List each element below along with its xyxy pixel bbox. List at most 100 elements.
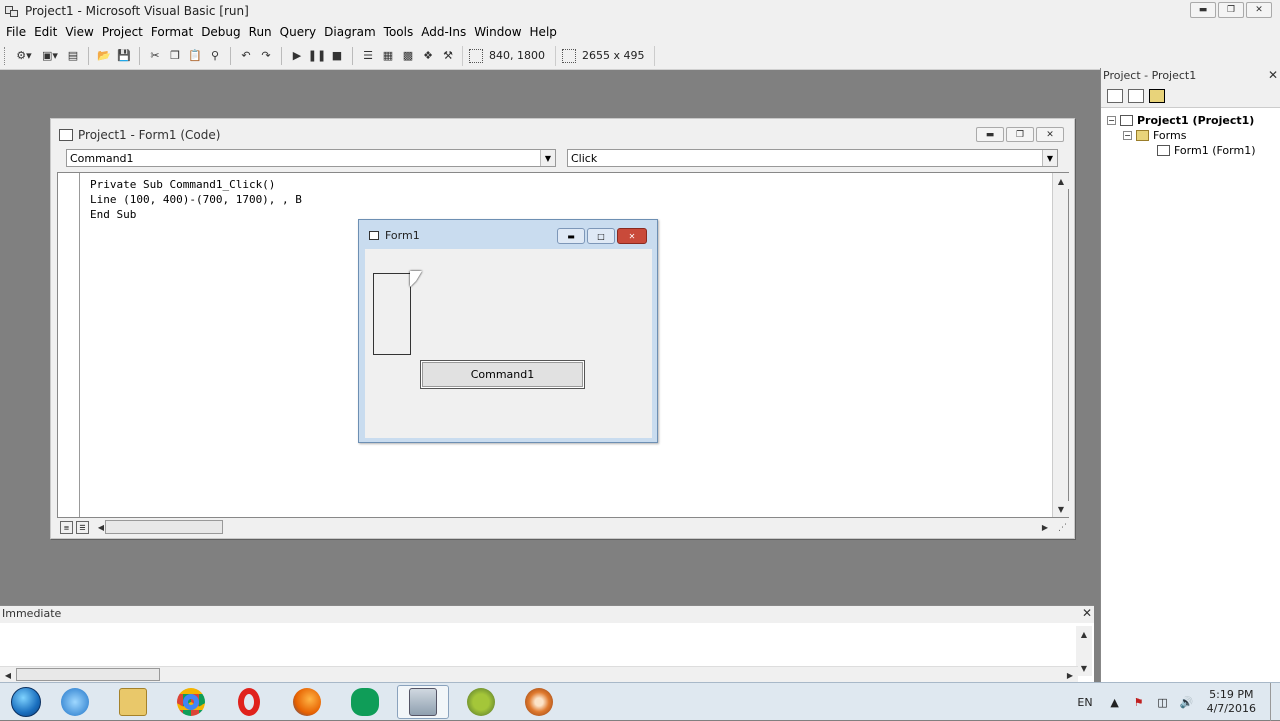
scroll-down-icon[interactable]: ▼ [1076, 660, 1092, 676]
immediate-input[interactable] [0, 623, 1076, 667]
tree-node-project[interactable]: − Project1 (Project1) [1107, 114, 1254, 127]
menu-query[interactable]: Query [280, 25, 316, 39]
add-project-icon[interactable]: ⚙▾ [13, 48, 35, 64]
code-text[interactable]: Private Sub Command1_Click() Line (100, 4… [90, 177, 302, 222]
vertical-scrollbar[interactable]: ▲ ▼ [1052, 173, 1069, 517]
open-project-icon[interactable]: 📂 [96, 48, 112, 64]
menu-window[interactable]: Window [474, 25, 521, 39]
margin-indicator-bar[interactable] [58, 173, 80, 517]
toggle-folders-icon[interactable] [1149, 88, 1165, 103]
menu-debug[interactable]: Debug [201, 25, 240, 39]
save-project-icon[interactable]: 💾 [116, 48, 132, 64]
start-button[interactable] [6, 684, 46, 720]
taskbar-hangouts[interactable] [339, 685, 391, 719]
form-layout-icon[interactable]: ▩ [400, 48, 416, 64]
collapse-icon[interactable]: − [1123, 131, 1132, 140]
full-module-view-icon[interactable]: ☰ [76, 521, 89, 534]
tree-node-forms[interactable]: − Forms [1123, 129, 1186, 142]
code-close-button[interactable]: ✕ [1036, 127, 1064, 142]
action-center-icon[interactable]: ⚑ [1131, 694, 1147, 710]
close-icon[interactable]: ✕ [1082, 606, 1092, 620]
toolbar-grip[interactable] [4, 46, 7, 65]
minimize-button[interactable]: ▬ [1190, 2, 1216, 18]
menu-project[interactable]: Project [102, 25, 143, 39]
close-icon[interactable]: ✕ [1268, 68, 1278, 82]
form1-window: Form1 ▬ □ ✕ Command1 [358, 219, 658, 443]
find-icon[interactable]: ⚲ [207, 48, 223, 64]
redo-icon[interactable]: ↷ [258, 48, 274, 64]
copy-icon[interactable]: ❐ [167, 48, 183, 64]
taskbar-chrome[interactable] [165, 685, 217, 719]
chevron-down-icon[interactable]: ▼ [540, 150, 555, 166]
object-combo[interactable]: Command1 ▼ [66, 149, 556, 167]
properties-window-icon[interactable]: ▦ [380, 48, 396, 64]
cut-icon[interactable]: ✂ [147, 48, 163, 64]
menu-diagram[interactable]: Diagram [324, 25, 376, 39]
tree-node-form1[interactable]: Form1 (Form1) [1157, 144, 1256, 157]
scroll-right-icon[interactable]: ▶ [1037, 519, 1053, 536]
form-close-button[interactable]: ✕ [617, 228, 647, 244]
immediate-vscroll[interactable]: ▲ ▼ [1076, 626, 1092, 676]
taskbar-opera[interactable] [223, 685, 275, 719]
project-explorer-header[interactable]: Project - Project1 ✕ [1101, 68, 1280, 84]
menu-view[interactable]: View [65, 25, 93, 39]
language-indicator[interactable]: EN [1077, 696, 1092, 709]
code-window-titlebar[interactable]: Project1 - Form1 (Code) [51, 119, 1074, 151]
close-button[interactable]: ✕ [1246, 2, 1272, 18]
menu-run[interactable]: Run [249, 25, 272, 39]
menu-file[interactable]: File [6, 25, 26, 39]
immediate-hscroll[interactable]: ◀ ▶ [0, 666, 1078, 683]
undo-icon[interactable]: ↶ [238, 48, 254, 64]
horizontal-scroll-thumb[interactable] [105, 520, 223, 534]
view-code-icon[interactable] [1107, 88, 1123, 103]
menu-help[interactable]: Help [530, 25, 557, 39]
form-minimize-button[interactable]: ▬ [557, 228, 585, 244]
end-icon[interactable]: ■ [329, 48, 345, 64]
volume-icon[interactable]: 🔊 [1179, 694, 1195, 710]
scroll-right-icon[interactable]: ▶ [1062, 667, 1078, 683]
scroll-left-icon[interactable]: ◀ [0, 667, 16, 683]
paste-icon[interactable]: 📋 [187, 48, 203, 64]
project-explorer-icon[interactable]: ☰ [360, 48, 376, 64]
menu-add-ins[interactable]: Add-Ins [421, 25, 466, 39]
procedure-view-icon[interactable]: ≡ [60, 521, 73, 534]
network-icon[interactable]: ◫ [1155, 694, 1171, 710]
start-icon[interactable]: ▶ [289, 48, 305, 64]
collapse-icon[interactable]: − [1107, 116, 1116, 125]
code-restore-button[interactable]: ❐ [1006, 127, 1034, 142]
command1-button[interactable]: Command1 [420, 360, 585, 389]
scroll-up-icon[interactable]: ▲ [1053, 173, 1069, 189]
scroll-up-icon[interactable]: ▲ [1076, 626, 1092, 642]
taskbar-android-studio[interactable] [455, 685, 507, 719]
menu-edit[interactable]: Edit [34, 25, 57, 39]
show-hidden-icons-icon[interactable]: ▲ [1107, 694, 1123, 710]
taskbar-firefox[interactable] [281, 685, 333, 719]
horizontal-scroll-thumb[interactable] [16, 668, 160, 681]
taskbar-media-player[interactable] [513, 685, 565, 719]
code-line[interactable]: Private Sub Command1_Click() [90, 177, 302, 192]
view-object-icon[interactable] [1128, 88, 1144, 103]
form1-client-area[interactable]: Command1 [365, 249, 652, 438]
menu-editor-icon[interactable]: ▤ [65, 48, 81, 64]
taskbar-explorer[interactable] [107, 685, 159, 719]
break-icon[interactable]: ❚❚ [308, 48, 326, 64]
toolbox-icon[interactable]: ⚒ [440, 48, 456, 64]
code-line[interactable]: Line (100, 400)-(700, 1700), , B [90, 192, 302, 207]
taskbar-vb6[interactable] [397, 684, 449, 719]
form-maximize-button[interactable]: □ [587, 228, 615, 244]
add-form-icon[interactable]: ▣▾ [39, 48, 61, 64]
taskbar-ie[interactable] [49, 685, 101, 719]
chevron-down-icon[interactable]: ▼ [1042, 150, 1057, 166]
menu-format[interactable]: Format [151, 25, 193, 39]
object-browser-icon[interactable]: ❖ [420, 48, 436, 64]
clock[interactable]: 5:19 PM 4/7/2016 [1207, 688, 1256, 716]
procedure-combo[interactable]: Click ▼ [567, 149, 1058, 167]
code-line[interactable]: End Sub [90, 207, 302, 222]
show-desktop-button[interactable] [1270, 683, 1280, 721]
restore-button[interactable]: ❐ [1218, 2, 1244, 18]
code-minimize-button[interactable]: ▬ [976, 127, 1004, 142]
menu-tools[interactable]: Tools [384, 25, 414, 39]
immediate-header[interactable]: Immediate ✕ [0, 606, 1094, 623]
scroll-down-icon[interactable]: ▼ [1053, 501, 1069, 517]
resize-grip-icon[interactable]: ⋰ [1058, 523, 1067, 533]
